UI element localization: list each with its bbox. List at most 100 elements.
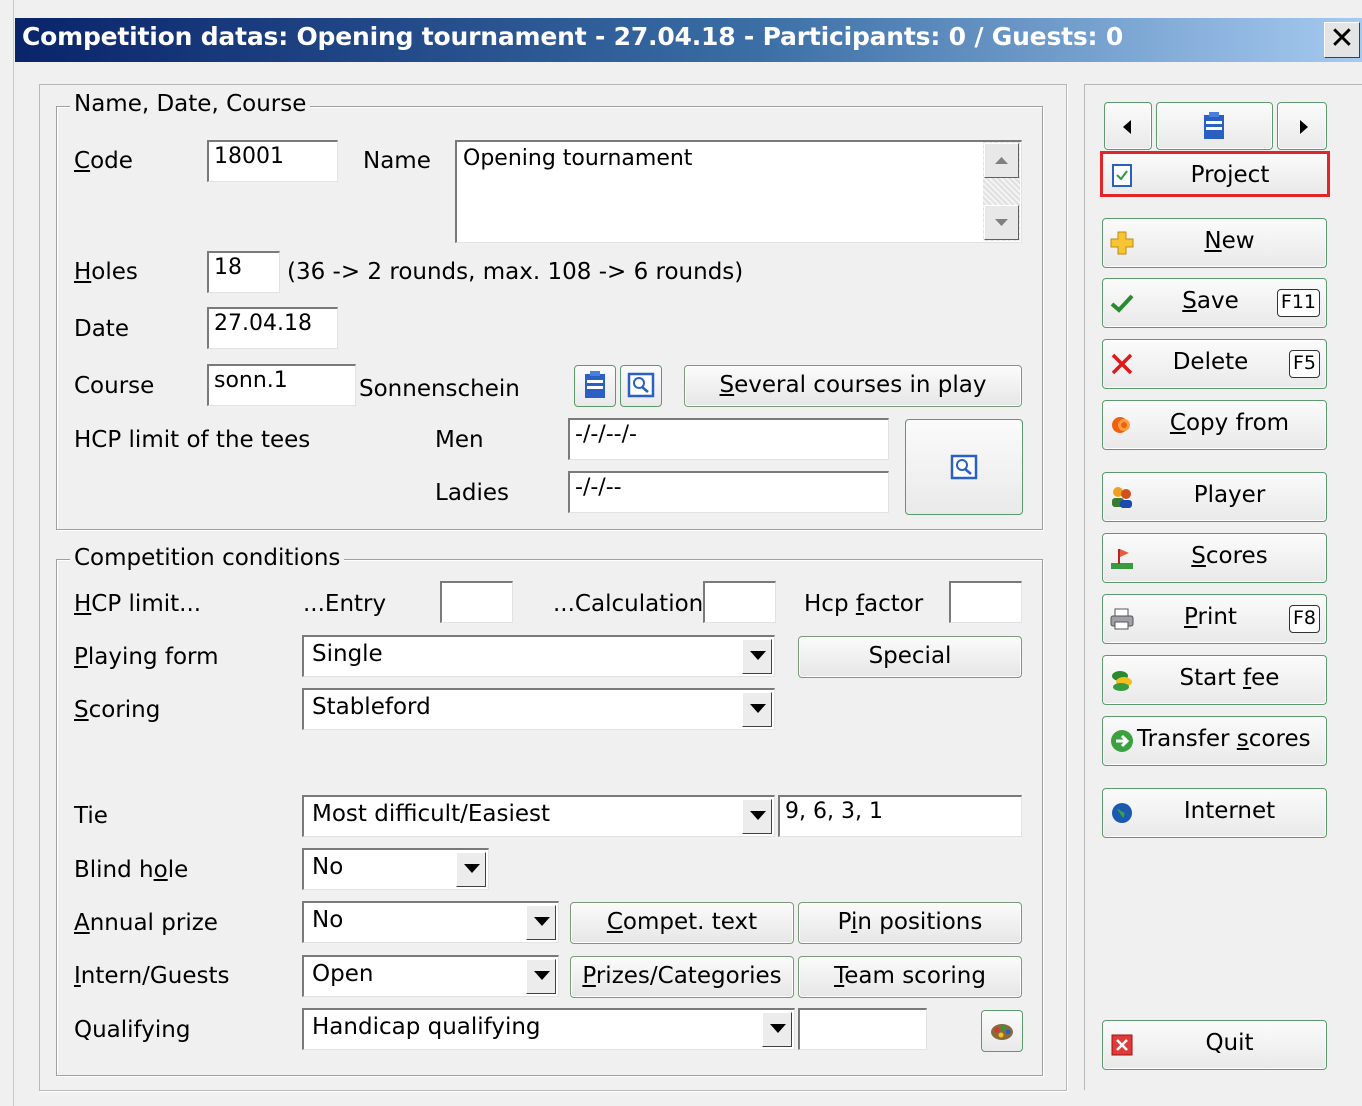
calculation-label: ...Calculation xyxy=(553,591,704,617)
hcp-factor-input[interactable] xyxy=(949,581,1022,623)
intern-guests-label: Intern/Guests xyxy=(74,963,230,989)
qualifying-extra-input[interactable] xyxy=(798,1008,927,1050)
scores-button[interactable]: Scores xyxy=(1102,533,1327,583)
pin-positions-button[interactable]: Pin positions xyxy=(798,902,1022,944)
close-button[interactable]: ✕ xyxy=(1324,22,1360,58)
chevron-down-icon[interactable] xyxy=(526,959,556,994)
holes-label: Holes xyxy=(74,259,138,285)
men-label: Men xyxy=(435,427,484,453)
save-button[interactable]: Save F11 xyxy=(1102,278,1327,328)
scores-label: Scores xyxy=(1191,543,1268,569)
hcp-limit-tees-label: HCP limit of the tees xyxy=(74,427,311,453)
transfer-scores-button[interactable]: Transfer scores xyxy=(1102,716,1327,766)
scores-icon xyxy=(1111,549,1133,569)
tie-value: Most difficult/Easiest xyxy=(312,801,550,827)
code-input[interactable]: 18001 xyxy=(207,140,338,182)
quit-label: Quit xyxy=(1205,1030,1254,1056)
transfer-scores-label: Transfer scores xyxy=(1137,726,1311,752)
hcp-limit-label: HCP limit... xyxy=(74,591,202,617)
project-list-button[interactable] xyxy=(1156,102,1273,150)
course-name: Sonnenschein xyxy=(359,376,520,402)
qualifying-palette-button[interactable] xyxy=(981,1010,1023,1052)
course-search-button[interactable] xyxy=(620,365,662,407)
name-label: Name xyxy=(363,148,431,174)
print-label: Print xyxy=(1184,604,1237,630)
users-icon xyxy=(1112,487,1132,508)
playing-form-value: Single xyxy=(312,641,383,667)
window-title: Competition datas: Opening tournament - … xyxy=(22,22,1124,51)
next-button[interactable] xyxy=(1277,102,1327,150)
name-textarea[interactable]: Opening tournament xyxy=(455,140,1022,243)
copy-icon xyxy=(1112,417,1130,433)
several-courses-button[interactable]: Several courses in play xyxy=(684,365,1022,407)
print-button[interactable]: Print F8 xyxy=(1102,594,1327,644)
tie-select[interactable]: Most difficult/Easiest xyxy=(302,795,775,837)
date-label: Date xyxy=(74,316,129,342)
close-icon: ✕ xyxy=(1329,21,1355,56)
holes-input[interactable]: 18 xyxy=(207,251,280,293)
scroll-up-button[interactable] xyxy=(984,143,1019,178)
course-input[interactable]: sonn.1 xyxy=(207,364,356,406)
annual-prize-value: No xyxy=(312,907,344,933)
checkmark-icon xyxy=(1110,294,1134,313)
special-button[interactable]: Special xyxy=(798,636,1022,678)
new-label: New xyxy=(1204,228,1255,254)
group-legend-competition-conditions: Competition conditions xyxy=(70,545,345,571)
scoring-select[interactable]: Stableford xyxy=(302,688,775,730)
ladies-hcp-input[interactable]: -/-/-- xyxy=(568,471,889,513)
date-input[interactable]: 27.04.18 xyxy=(207,307,338,349)
blind-hole-select[interactable]: No xyxy=(302,848,489,890)
scoring-label: Scoring xyxy=(74,697,161,723)
start-fee-label: Start fee xyxy=(1179,665,1280,691)
transfer-icon xyxy=(1111,730,1133,752)
blind-hole-label: Blind hole xyxy=(74,857,189,883)
group-legend-name-date-course: Name, Date, Course xyxy=(70,91,311,117)
player-button[interactable]: Player xyxy=(1102,472,1327,522)
prizes-categories-button[interactable]: Prizes/Categories xyxy=(570,956,794,998)
tie-holes-input[interactable]: 9, 6, 3, 1 xyxy=(778,795,1022,837)
chevron-down-icon[interactable] xyxy=(456,852,486,887)
course-list-button[interactable] xyxy=(574,365,616,407)
list-icon xyxy=(585,371,605,398)
blind-hole-value: No xyxy=(312,854,344,880)
player-label: Player xyxy=(1193,482,1266,508)
document-icon xyxy=(1112,164,1132,187)
save-label: Save xyxy=(1182,288,1239,314)
calculation-input[interactable] xyxy=(703,581,776,623)
arrow-left-icon xyxy=(1123,120,1131,134)
tees-search-button[interactable] xyxy=(905,419,1023,515)
chevron-down-icon[interactable] xyxy=(742,692,772,727)
intern-guests-value: Open xyxy=(312,961,374,987)
men-hcp-input[interactable]: -/-/--/- xyxy=(568,418,889,460)
annual-prize-label: Annual prize xyxy=(74,910,218,936)
delete-shortcut: F5 xyxy=(1288,350,1320,378)
qualifying-select[interactable]: Handicap qualifying xyxy=(302,1008,795,1050)
name-text: Opening tournament xyxy=(463,146,693,171)
start-fee-button[interactable]: Start fee xyxy=(1102,655,1327,705)
quit-button[interactable]: Quit xyxy=(1102,1020,1327,1070)
previous-button[interactable] xyxy=(1104,102,1152,150)
chevron-down-icon[interactable] xyxy=(526,905,556,940)
hcp-factor-label: Hcp factor xyxy=(804,591,924,617)
annual-prize-select[interactable]: No xyxy=(302,901,559,943)
plus-icon xyxy=(1110,231,1134,255)
save-shortcut: F11 xyxy=(1276,289,1320,317)
intern-guests-select[interactable]: Open xyxy=(302,955,559,997)
compet-text-button[interactable]: Compet. text xyxy=(570,902,794,944)
arrow-right-icon xyxy=(1300,120,1308,134)
chevron-down-icon[interactable] xyxy=(762,1012,792,1047)
copy-from-button[interactable]: Copy from xyxy=(1102,400,1327,450)
scroll-down-button[interactable] xyxy=(984,205,1019,240)
chevron-down-icon[interactable] xyxy=(742,639,772,674)
project-button[interactable]: Project xyxy=(1100,151,1330,197)
new-button[interactable]: New xyxy=(1102,218,1327,268)
arrow-up-icon xyxy=(995,157,1008,164)
playing-form-select[interactable]: Single xyxy=(302,635,775,677)
entry-input[interactable] xyxy=(440,581,513,623)
chevron-down-icon[interactable] xyxy=(742,799,772,834)
team-scoring-button[interactable]: Team scoring xyxy=(798,956,1022,998)
print-shortcut: F8 xyxy=(1288,605,1320,633)
internet-button[interactable]: Internet xyxy=(1102,788,1327,838)
delete-button[interactable]: Delete F5 xyxy=(1102,339,1327,389)
copy-from-label: Copy from xyxy=(1169,410,1290,436)
